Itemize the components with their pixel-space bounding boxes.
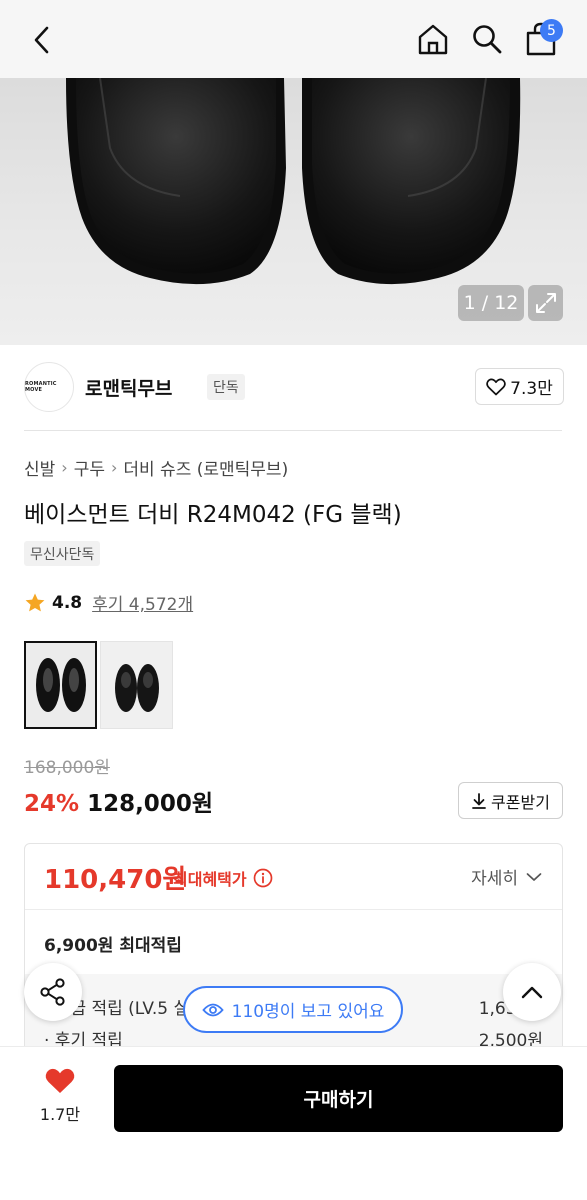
- brand-exclusive-badge: 단독: [207, 374, 245, 400]
- rating-row: 4.8 후기 4,572개: [24, 590, 193, 615]
- discount-rate: 24%: [24, 791, 80, 817]
- download-icon: [472, 792, 486, 809]
- brand-logo-text: ROMANTIC MOVE: [25, 381, 57, 393]
- expand-icon[interactable]: [528, 285, 563, 321]
- max-benefit-label-text: 최대혜택가: [173, 870, 247, 889]
- bottom-action-bar: 1.7만 구매하기: [0, 1046, 587, 1200]
- share-icon: [40, 978, 65, 1006]
- max-benefit-label: 최대혜택가: [173, 866, 273, 890]
- home-icon[interactable]: [412, 18, 454, 60]
- benefit-detail-toggle[interactable]: 자세히: [471, 864, 542, 889]
- detail-label: 자세히: [471, 869, 518, 889]
- brand-row: ROMANTIC MOVE 로맨틱무브 단독 7.3만: [24, 362, 564, 412]
- brand-like-button[interactable]: 7.3만: [475, 368, 564, 405]
- viewers-count-pill: 110명이 보고 있어요: [183, 986, 403, 1033]
- breadcrumb-item[interactable]: 구두: [74, 455, 105, 480]
- shoe-thumbnail-icon: [114, 664, 159, 712]
- buy-button[interactable]: 구매하기: [114, 1065, 563, 1132]
- brand-like-count: 7.3만: [510, 379, 553, 399]
- viewers-count-text: 110명이 보고 있어요: [231, 1002, 385, 1022]
- price-row: 24% 128,000원: [24, 784, 213, 818]
- coupon-label: 쿠폰받기: [491, 792, 550, 812]
- heart-filled-icon: [45, 1068, 75, 1093]
- share-button[interactable]: [24, 963, 82, 1021]
- review-count-link[interactable]: 후기 4,572개: [92, 590, 193, 615]
- musinsa-exclusive-badge: 무신사단독: [24, 541, 101, 566]
- breadcrumb-item[interactable]: 신발: [24, 455, 55, 480]
- color-option-thumbnail[interactable]: [24, 641, 97, 729]
- color-option-thumbnail[interactable]: [100, 641, 173, 729]
- eye-icon: [201, 1003, 224, 1016]
- shoe-thumbnail-icon: [35, 658, 86, 712]
- rating-score: 4.8: [52, 592, 83, 613]
- scroll-to-top-button[interactable]: [503, 963, 561, 1021]
- search-icon[interactable]: [466, 18, 508, 60]
- max-benefit-price: 110,470원: [44, 865, 187, 895]
- divider: [24, 430, 562, 431]
- max-points-summary: 6,900원 최대적립: [44, 936, 182, 956]
- top-navigation-bar: [0, 0, 587, 78]
- image-counter: 1 / 12: [458, 285, 524, 321]
- wishlist-button[interactable]: 1.7만: [24, 1067, 96, 1127]
- sale-price: 128,000원: [87, 791, 213, 817]
- chevron-right-icon: ›: [110, 458, 118, 477]
- product-title: 베이스먼트 더비 R24M042 (FG 블랙): [24, 502, 402, 528]
- back-icon[interactable]: [22, 20, 62, 60]
- chevron-right-icon: ›: [61, 458, 68, 477]
- wishlist-count: 1.7만: [39, 1105, 81, 1124]
- breadcrumb-item[interactable]: 더비 슈즈 (로맨틱무브): [123, 455, 288, 480]
- info-icon[interactable]: [253, 868, 273, 888]
- star-icon: [25, 593, 45, 611]
- cart-count-badge: 5: [540, 19, 563, 42]
- heart-outline-icon: [486, 378, 506, 395]
- brand-logo[interactable]: ROMANTIC MOVE: [24, 362, 74, 412]
- original-price: 168,000원: [24, 758, 110, 778]
- breadcrumb: 신발 › 구두 › 더비 슈즈 (로맨틱무브): [24, 455, 288, 480]
- chevron-down-icon: [526, 872, 542, 881]
- coupon-download-button[interactable]: 쿠폰받기: [458, 782, 563, 819]
- benefit-header[interactable]: 110,470원 최대혜택가 자세히: [25, 844, 562, 910]
- chevron-up-icon: [521, 986, 543, 999]
- brand-name[interactable]: 로맨틱무브: [85, 374, 172, 401]
